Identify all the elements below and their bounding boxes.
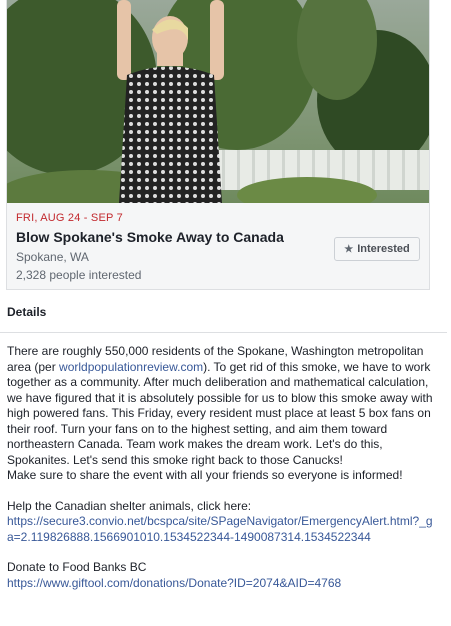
- description-text-continued: ). To get rid of this smoke, we have to …: [7, 359, 433, 467]
- cover-photo-image: [7, 0, 429, 203]
- event-date: FRI, AUG 24 - SEP 7: [16, 212, 123, 224]
- description-paragraph: There are roughly 550,000 residents of t…: [7, 344, 439, 468]
- event-location[interactable]: Spokane, WA: [16, 250, 89, 264]
- food-banks-text: Donate to Food Banks BC: [7, 560, 147, 574]
- share-paragraph: Make sure to share the event with all yo…: [7, 468, 403, 482]
- event-card: FRI, AUG 24 - SEP 7 Blow Spokane's Smoke…: [6, 0, 430, 290]
- event-description: There are roughly 550,000 residents of t…: [7, 344, 439, 591]
- shelter-animals-text: Help the Canadian shelter animals, click…: [7, 498, 252, 513]
- giftool-link-paragraph: https://www.giftool.com/donations/Donate…: [7, 576, 439, 592]
- bcspca-emergency-link[interactable]: https://secure3.convio.net/bcspca/site/S…: [7, 514, 433, 544]
- worldpopulationreview-link[interactable]: worldpopulationreview.com: [59, 360, 203, 374]
- shelter-link-paragraph: https://secure3.convio.net/bcspca/site/S…: [7, 514, 439, 545]
- event-cover-photo[interactable]: [7, 0, 429, 203]
- details-section-header: Details: [0, 292, 447, 333]
- event-info: FRI, AUG 24 - SEP 7 Blow Spokane's Smoke…: [7, 203, 429, 289]
- interested-button-label: Interested: [357, 243, 410, 255]
- giftool-donation-link[interactable]: https://www.giftool.com/donations/Donate…: [7, 576, 341, 590]
- interested-button[interactable]: ★ Interested: [334, 237, 420, 261]
- star-icon: ★: [344, 243, 354, 255]
- event-title[interactable]: Blow Spokane's Smoke Away to Canada: [16, 229, 284, 245]
- details-title: Details: [7, 305, 47, 319]
- interested-count[interactable]: 2,328 people interested: [16, 268, 141, 282]
